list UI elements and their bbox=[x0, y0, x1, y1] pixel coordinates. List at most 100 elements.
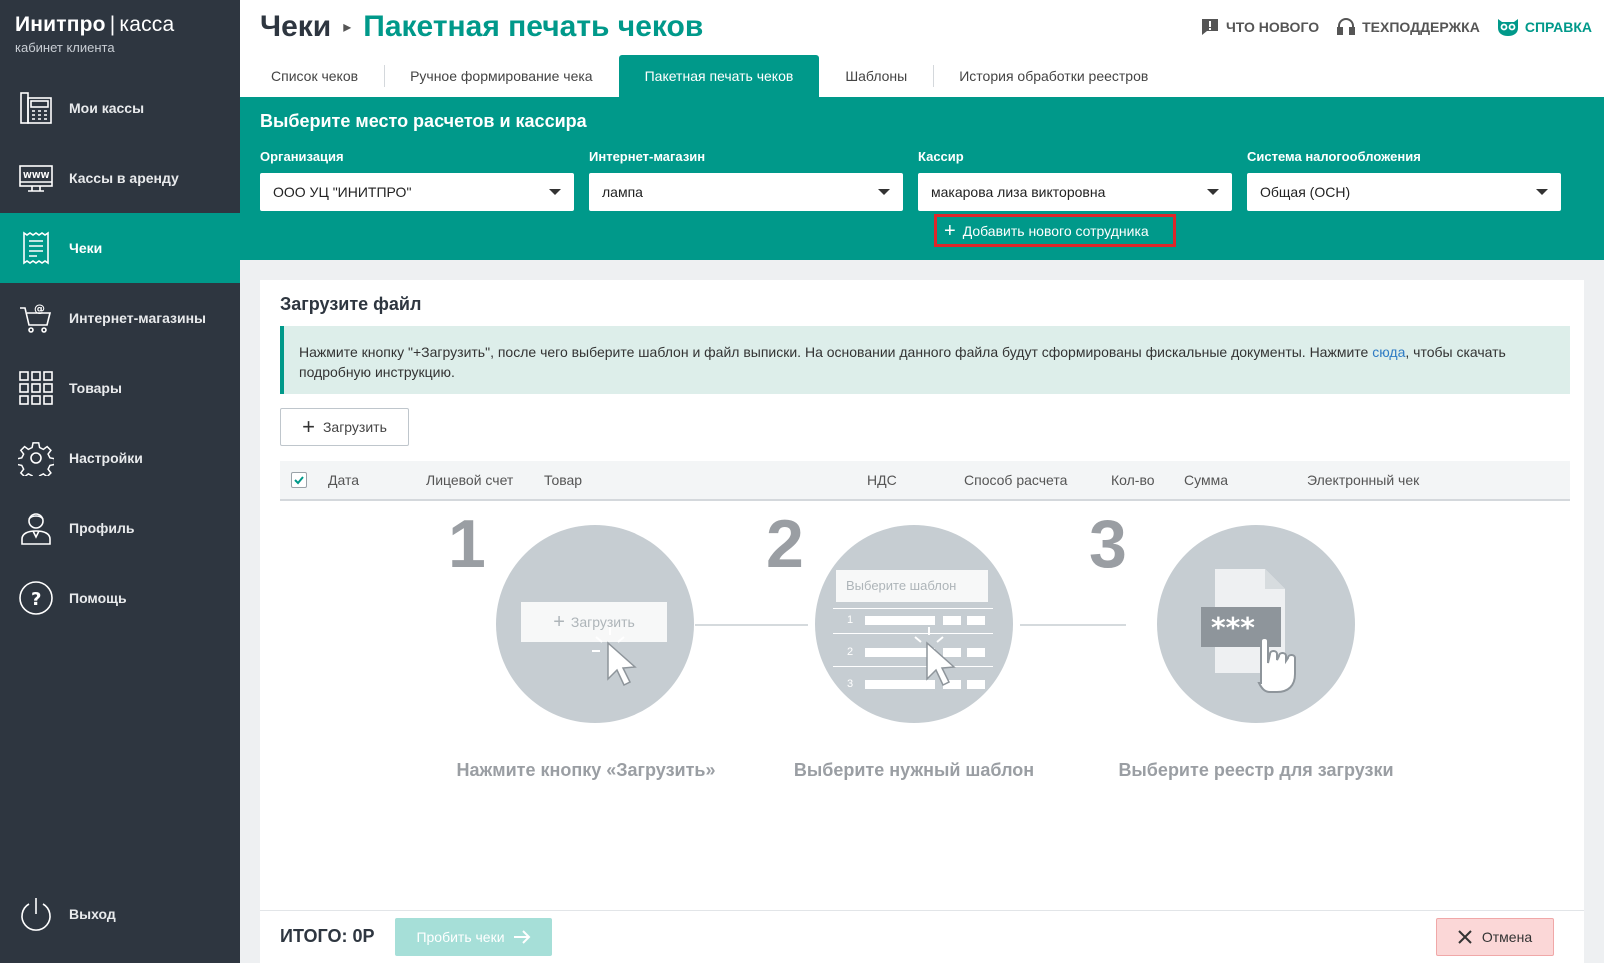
sidebar-item-help[interactable]: ? Помощь bbox=[0, 563, 240, 633]
cashier-label: Кассир bbox=[918, 149, 964, 164]
sidebar-item-label: Чеки bbox=[69, 240, 103, 256]
info-text-before: Нажмите кнопку "+Загрузить", после чего … bbox=[299, 344, 1373, 360]
step-2-circle: Выберите шаблон 1 2 3 bbox=[815, 525, 1013, 723]
cashier-select[interactable]: макарова лиза викторовна bbox=[918, 173, 1232, 211]
plus-icon: + bbox=[553, 610, 565, 633]
instruction-link[interactable]: сюда bbox=[1372, 344, 1405, 360]
column-e-receipt[interactable]: Электронный чек bbox=[1307, 472, 1419, 488]
sidebar-item-profile[interactable]: Профиль bbox=[0, 493, 240, 563]
step-number: 2 bbox=[766, 506, 804, 582]
top-links: Что нового Техподдержка Справка bbox=[1183, 17, 1592, 37]
column-vat[interactable]: НДС bbox=[867, 472, 897, 488]
brand-title: Инитпро | касса bbox=[15, 14, 240, 36]
tab-manual-receipt[interactable]: Ручное формирование чека bbox=[384, 55, 619, 97]
filter-panel: Выберите место расчетов и кассира Органи… bbox=[240, 97, 1604, 260]
svg-text:@: @ bbox=[34, 302, 45, 315]
step-1-circle: + Загрузить bbox=[496, 525, 694, 723]
row-bar bbox=[967, 616, 985, 625]
tax-value: Общая (ОСН) bbox=[1260, 184, 1351, 200]
row-bar bbox=[967, 680, 985, 689]
sidebar-item-label: Помощь bbox=[69, 590, 127, 606]
support-link[interactable]: Техподдержка bbox=[1336, 17, 1480, 37]
cash-register-icon bbox=[17, 89, 55, 127]
sidebar-item-receipts[interactable]: Чеки bbox=[0, 213, 240, 283]
row-bar bbox=[967, 648, 985, 657]
sidebar-item-label: Профиль bbox=[69, 520, 135, 536]
top-header: Чеки ▸ Пакетная печать чеков Что нового … bbox=[240, 0, 1604, 55]
steps-illustration: 1 + Загрузить 2 Выберите шаблон 1 2 3 3 … bbox=[260, 505, 1584, 805]
add-employee-label: Добавить нового сотрудника bbox=[962, 222, 1149, 239]
column-sum[interactable]: Сумма bbox=[1184, 472, 1228, 488]
tab-registry-history[interactable]: История обработки реестров bbox=[933, 55, 1174, 97]
whats-new-label: Что нового bbox=[1225, 19, 1320, 35]
sidebar-item-settings[interactable]: Настройки bbox=[0, 423, 240, 493]
step-2-template-illustration: Выберите шаблон bbox=[836, 570, 988, 602]
organization-field: Организация ООО УЦ "ИНИТПРО" bbox=[260, 149, 574, 211]
info-notice: Нажмите кнопку "+Загрузить", после чего … bbox=[280, 326, 1570, 394]
cancel-button[interactable]: Отмена bbox=[1436, 918, 1554, 956]
table-header: Дата Лицевой счет Товар НДС Способ расче… bbox=[280, 461, 1570, 501]
footer-bar: ИТОГО: 0Р Пробить чеки Отмена bbox=[260, 910, 1584, 963]
close-icon bbox=[1458, 930, 1472, 944]
organization-value: ООО УЦ "ИНИТПРО" bbox=[273, 184, 412, 200]
sidebar-item-rent-registers[interactable]: WWW Кассы в аренду bbox=[0, 143, 240, 213]
organization-select[interactable]: ООО УЦ "ИНИТПРО" bbox=[260, 173, 574, 211]
breadcrumb-arrow-icon: ▸ bbox=[343, 19, 352, 36]
column-payment-method[interactable]: Способ расчета bbox=[964, 472, 1067, 488]
masked-text: *** bbox=[1211, 611, 1255, 644]
select-all-checkbox[interactable] bbox=[291, 472, 307, 488]
user-icon bbox=[17, 509, 55, 547]
chevron-down-icon bbox=[1536, 189, 1548, 195]
page-title: Пакетная печать чеков bbox=[363, 10, 704, 43]
shop-select[interactable]: лампа bbox=[589, 173, 903, 211]
www-monitor-icon: WWW bbox=[17, 159, 55, 197]
help-label: Справка bbox=[1524, 19, 1592, 35]
sidebar-item-my-cash-registers[interactable]: Мои кассы bbox=[0, 73, 240, 143]
punch-receipts-button[interactable]: Пробить чеки bbox=[395, 918, 552, 956]
tab-receipt-list[interactable]: Список чеков bbox=[245, 55, 384, 97]
sidebar-item-online-shops[interactable]: @ Интернет-магазины bbox=[0, 283, 240, 353]
whats-new-link[interactable]: Что нового bbox=[1200, 17, 1319, 37]
cancel-label: Отмена bbox=[1481, 929, 1533, 945]
tab-bar: Список чеков Ручное формирование чека Па… bbox=[240, 55, 1604, 97]
tab-batch-print[interactable]: Пакетная печать чеков bbox=[618, 55, 820, 97]
column-quantity[interactable]: Кол-во bbox=[1111, 472, 1155, 488]
column-account[interactable]: Лицевой счет bbox=[426, 472, 513, 488]
step-3-label: Выберите реестр для загрузки bbox=[1118, 760, 1394, 780]
brand[interactable]: Инитпро | касса кабинет клиента bbox=[0, 0, 240, 60]
check-icon bbox=[294, 476, 304, 485]
sidebar-item-label: Выход bbox=[69, 906, 116, 922]
sidebar-item-products[interactable]: Товары bbox=[0, 353, 240, 423]
sidebar: Инитпро | касса кабинет клиента Мои кассы … bbox=[0, 0, 240, 963]
sidebar-item-exit[interactable]: Выход bbox=[0, 879, 240, 949]
help-link[interactable]: Справка bbox=[1497, 17, 1592, 37]
add-employee-button[interactable]: + Добавить нового сотрудника bbox=[934, 214, 1176, 247]
tax-select[interactable]: Общая (ОСН) bbox=[1247, 173, 1561, 211]
upload-button[interactable]: + Загрузить bbox=[280, 408, 409, 446]
column-date[interactable]: Дата bbox=[328, 472, 359, 488]
tax-field: Система налогообложения Общая (ОСН) bbox=[1247, 149, 1561, 211]
sidebar-item-label: Мои кассы bbox=[69, 100, 145, 116]
breadcrumb-root[interactable]: Чеки bbox=[260, 10, 331, 44]
sidebar-nav: Мои кассы WWW Кассы в аренду Чеки @ Инте… bbox=[0, 73, 240, 633]
speech-alert-icon bbox=[1201, 19, 1218, 35]
step-connector bbox=[1020, 624, 1126, 626]
step-1-label: Нажмите кнопку «Загрузить» bbox=[456, 760, 716, 780]
chevron-down-icon bbox=[549, 189, 561, 195]
sidebar-item-label: Кассы в аренду bbox=[69, 170, 179, 186]
row-number: 2 bbox=[847, 646, 854, 658]
total-amount: ИТОГО: 0Р bbox=[280, 926, 375, 946]
chevron-down-icon bbox=[878, 189, 890, 195]
shop-value: лампа bbox=[602, 184, 643, 200]
tax-label: Система налогообложения bbox=[1247, 149, 1421, 164]
owl-icon bbox=[1497, 19, 1518, 36]
tab-templates[interactable]: Шаблоны bbox=[819, 55, 933, 97]
plus-icon: + bbox=[302, 414, 315, 439]
step-number: 3 bbox=[1089, 506, 1127, 582]
shopping-cart-icon: @ bbox=[17, 299, 55, 337]
cursor-click-icon bbox=[592, 627, 637, 687]
support-label: Техподдержка bbox=[1362, 19, 1480, 35]
column-product[interactable]: Товар bbox=[544, 472, 582, 488]
upload-title: Загрузите файл bbox=[280, 294, 422, 314]
step-3-circle: *** bbox=[1157, 525, 1355, 723]
